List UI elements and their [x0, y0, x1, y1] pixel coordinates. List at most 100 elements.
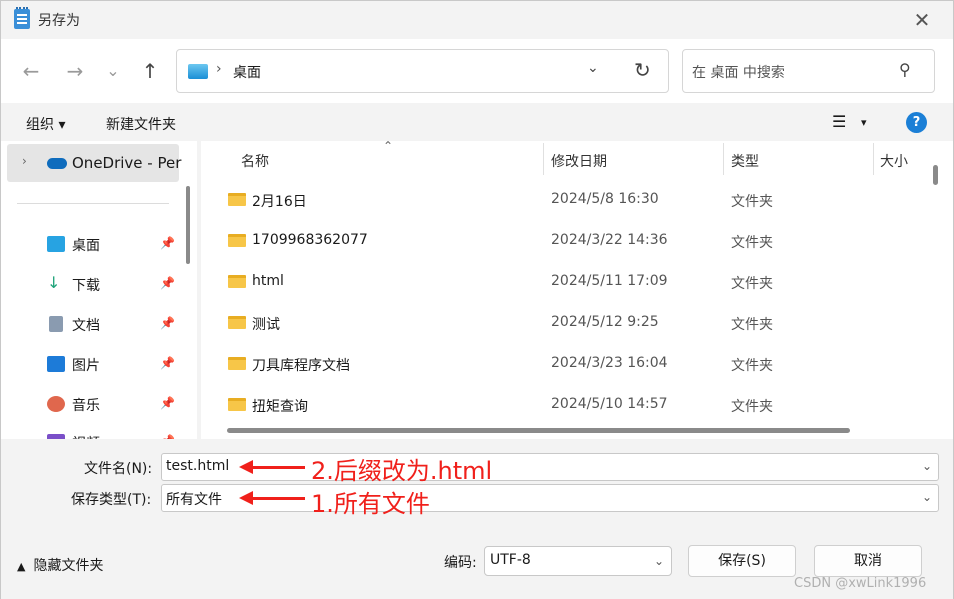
command-bar: 组织 ▾ 新建文件夹 ☰ ▾ ?: [1, 103, 953, 141]
search-placeholder: 在 桌面 中搜索: [692, 65, 785, 81]
vertical-scrollbar[interactable]: [933, 165, 938, 185]
pin-icon: 📌: [160, 276, 175, 290]
folder-icon: [228, 357, 246, 370]
file-date: 2024/5/10 14:57: [551, 396, 668, 412]
column-header-size[interactable]: 大小: [880, 151, 908, 171]
expand-chevron-icon[interactable]: ›: [22, 154, 27, 168]
horizontal-scrollbar[interactable]: [227, 428, 850, 433]
file-name: 扭矩查询: [252, 399, 308, 415]
column-header-name[interactable]: 名称: [241, 151, 269, 171]
sidebar-item-onedrive[interactable]: › OneDrive - Per: [7, 144, 182, 182]
desktop-folder-icon: [188, 64, 208, 79]
watermark: CSDN @xwLink1996: [794, 576, 927, 591]
sidebar-item-documents[interactable]: 文档 📌: [47, 313, 183, 337]
column-divider[interactable]: [873, 143, 874, 175]
table-row[interactable]: 2月16日 2024/5/8 16:30 文件夹: [201, 181, 931, 221]
download-icon: ↓: [47, 273, 61, 292]
column-divider[interactable]: [723, 143, 724, 175]
file-name: 测试: [252, 317, 280, 333]
title-bar: 另存为 ✕: [1, 1, 953, 39]
save-form: 文件名(N): test.html ⌄ 保存类型(T): 所有文件 ⌄ 2.后缀…: [1, 439, 953, 599]
help-icon[interactable]: ?: [906, 112, 927, 133]
folder-icon: [228, 316, 246, 329]
file-name: 1709968362077: [252, 232, 368, 248]
annotation-arrow: [239, 460, 305, 474]
table-row[interactable]: 扭矩查询 2024/5/10 14:57 文件夹: [201, 386, 931, 426]
cancel-button[interactable]: 取消: [814, 545, 922, 577]
back-button[interactable]: ←: [19, 59, 43, 83]
folder-icon: [228, 193, 246, 206]
file-type: 文件夹: [731, 235, 773, 251]
hide-folders-toggle[interactable]: ▲ 隐藏文件夹: [17, 555, 103, 575]
sidebar-item-label: 下载: [72, 278, 100, 294]
column-divider[interactable]: [543, 143, 544, 175]
close-button[interactable]: ✕: [909, 7, 935, 33]
recent-locations-button[interactable]: ⌄: [101, 59, 125, 83]
sidebar-item-label: OneDrive - Per: [72, 154, 182, 172]
view-options-icon[interactable]: ☰: [832, 112, 846, 131]
notepad-icon: [14, 7, 30, 29]
encoding-value: UTF-8: [490, 552, 531, 568]
file-list: ⌃ 名称 修改日期 类型 大小 2月16日 2024/5/8 16:30 文件夹…: [201, 141, 953, 439]
search-box[interactable]: 在 桌面 中搜索 ⚲: [682, 49, 935, 93]
view-dropdown-icon[interactable]: ▾: [861, 116, 867, 129]
encoding-dropdown-icon[interactable]: ⌄: [654, 554, 664, 568]
file-date: 2024/5/12 9:25: [551, 314, 659, 330]
folder-icon: [228, 398, 246, 411]
filetype-label: 保存类型(T):: [71, 492, 152, 508]
table-row[interactable]: 测试 2024/5/12 9:25 文件夹: [201, 304, 931, 344]
navigation-pane: › OneDrive - Per 桌面 📌 ↓ 下载 📌 文档 📌 图片 📌 音…: [1, 141, 197, 439]
breadcrumb-desktop[interactable]: 桌面: [233, 62, 261, 82]
file-type: 文件夹: [731, 317, 773, 333]
file-date: 2024/5/11 17:09: [551, 273, 668, 289]
file-type: 文件夹: [731, 194, 773, 210]
folder-icon: [228, 275, 246, 288]
filename-dropdown-icon[interactable]: ⌄: [922, 459, 932, 473]
search-icon[interactable]: ⚲: [899, 60, 911, 79]
pin-icon: 📌: [160, 396, 175, 410]
address-dropdown-icon[interactable]: ⌄: [587, 60, 599, 76]
new-folder-button[interactable]: 新建文件夹: [106, 114, 176, 134]
pictures-icon: [47, 356, 65, 372]
navigation-bar: ← → ⌄ ↑ › 桌面 ⌄ ↻ 在 桌面 中搜索 ⚲: [1, 39, 953, 103]
filename-label: 文件名(N):: [84, 461, 153, 477]
filetype-value: 所有文件: [166, 492, 222, 508]
forward-button[interactable]: →: [63, 59, 87, 83]
sidebar-item-label: 文档: [72, 318, 100, 334]
column-header-date[interactable]: 修改日期: [551, 151, 607, 171]
encoding-select[interactable]: UTF-8 ⌄: [484, 546, 672, 576]
save-button[interactable]: 保存(S): [688, 545, 796, 577]
sidebar-item-label: 桌面: [72, 238, 100, 254]
file-date: 2024/3/22 14:36: [551, 232, 668, 248]
hide-folders-label: 隐藏文件夹: [33, 558, 104, 574]
document-icon: [49, 316, 63, 332]
filename-value: test.html: [166, 458, 230, 474]
pin-icon: 📌: [160, 356, 175, 370]
sidebar-item-desktop[interactable]: 桌面 📌: [47, 233, 183, 257]
filetype-dropdown-icon[interactable]: ⌄: [922, 490, 932, 504]
table-row[interactable]: 1709968362077 2024/3/22 14:36 文件夹: [201, 222, 931, 262]
sidebar-item-downloads[interactable]: ↓ 下载 📌: [47, 273, 183, 297]
sidebar-scrollbar[interactable]: [186, 186, 190, 264]
file-date: 2024/5/8 16:30: [551, 191, 659, 207]
file-type: 文件夹: [731, 358, 773, 374]
encoding-label: 编码:: [444, 555, 477, 571]
pin-icon: 📌: [160, 316, 175, 330]
table-row[interactable]: html 2024/5/11 17:09 文件夹: [201, 263, 931, 303]
sidebar-item-pictures[interactable]: 图片 📌: [47, 353, 183, 377]
pin-icon: 📌: [160, 236, 175, 250]
sidebar-item-label: 音乐: [72, 398, 100, 414]
address-bar[interactable]: › 桌面 ⌄ ↻: [176, 49, 669, 93]
music-icon: [47, 396, 65, 412]
sidebar-item-music[interactable]: 音乐 📌: [47, 393, 183, 417]
table-row[interactable]: 刀具库程序文档 2024/3/23 16:04 文件夹: [201, 345, 931, 385]
sidebar-item-label: 图片: [72, 358, 100, 374]
sort-ascending-icon: ⌃: [383, 141, 394, 153]
onedrive-cloud-icon: [47, 158, 67, 169]
organize-button[interactable]: 组织 ▾: [26, 114, 65, 134]
sidebar-item-videos[interactable]: 视频 📌: [47, 431, 183, 439]
up-button[interactable]: ↑: [138, 59, 162, 83]
refresh-icon[interactable]: ↻: [634, 58, 651, 82]
column-header-type[interactable]: 类型: [731, 151, 759, 171]
folder-icon: [228, 234, 246, 247]
